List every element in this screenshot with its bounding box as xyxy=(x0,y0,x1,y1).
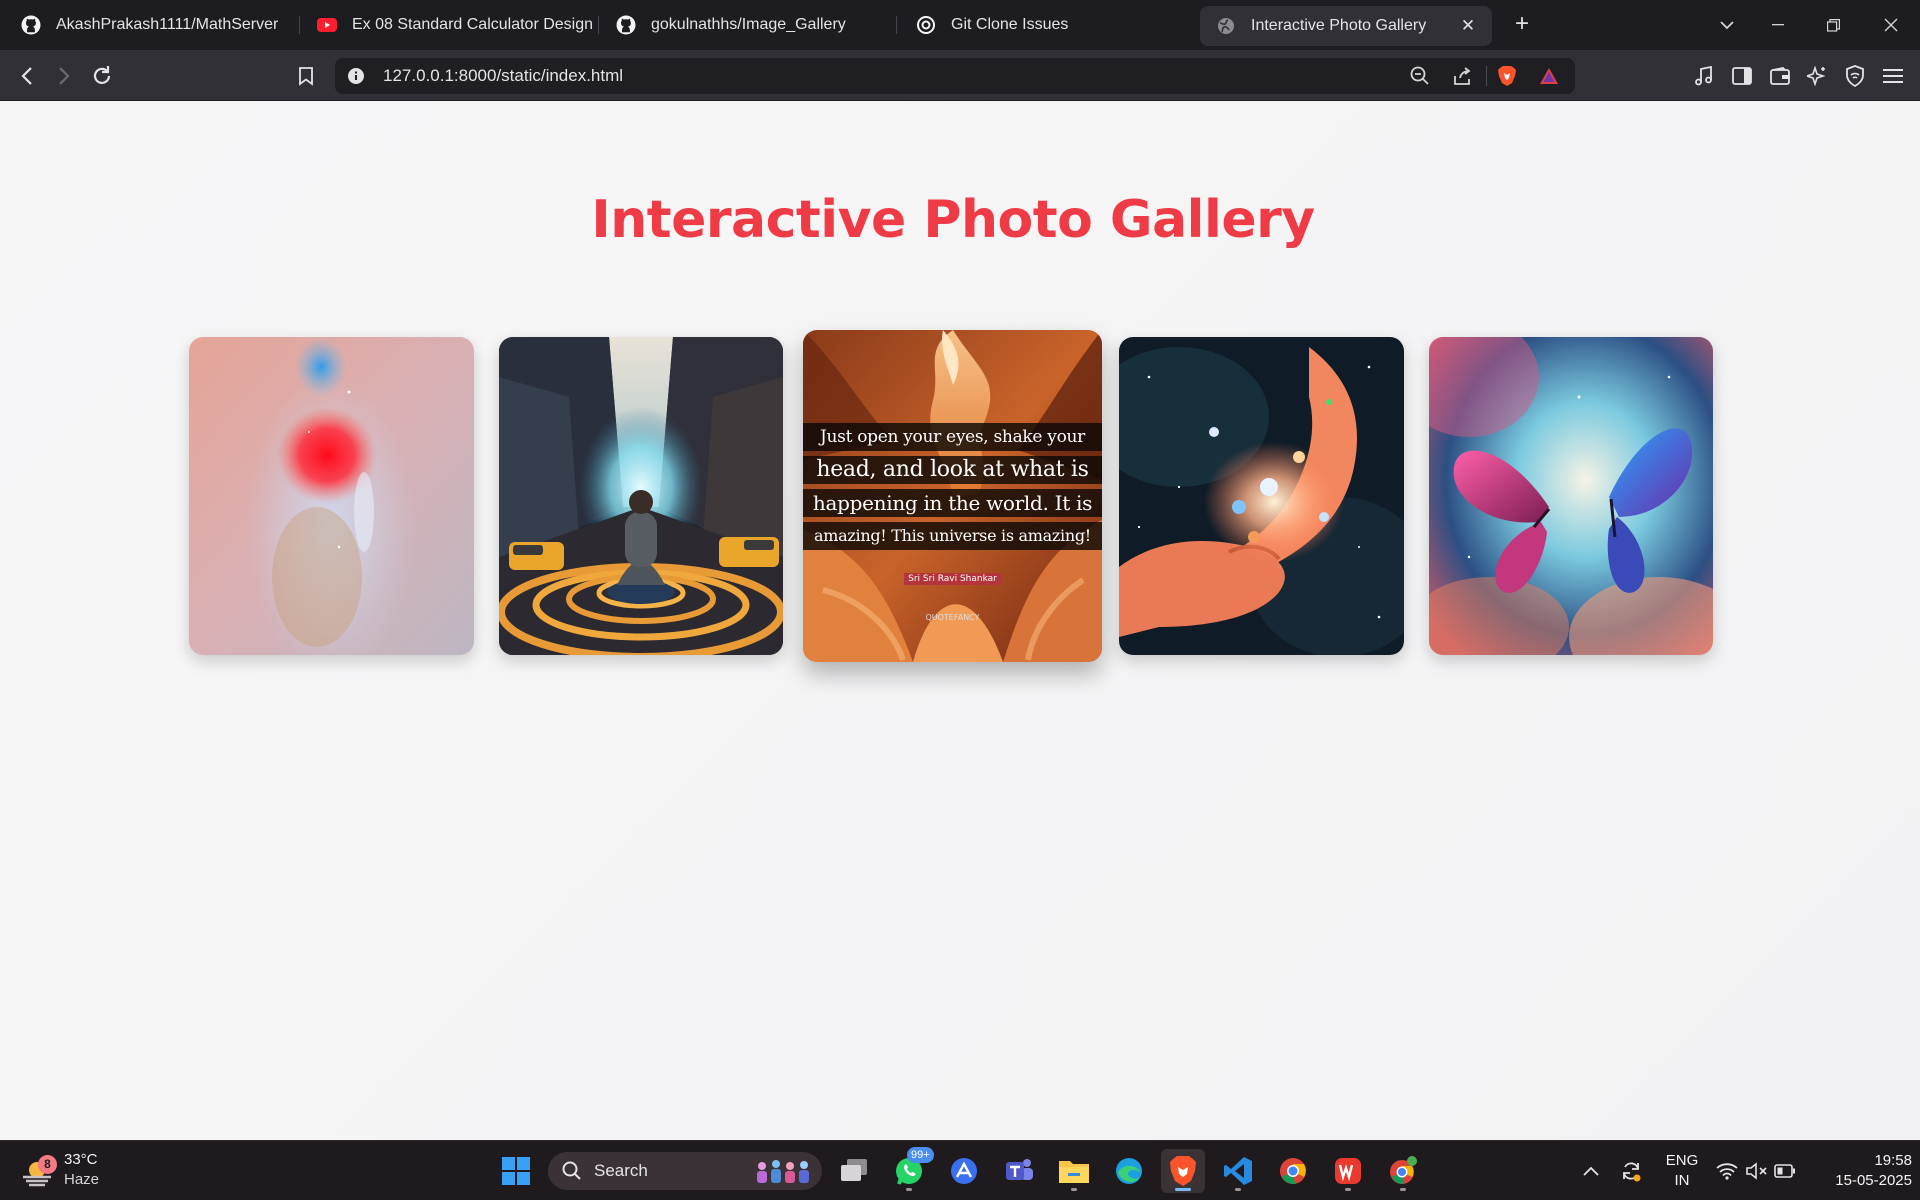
web-page: Interactive Photo Gallery Just open your… xyxy=(0,101,1920,1140)
tab-mathserver[interactable]: AkashPrakash1111/MathServer xyxy=(0,0,300,50)
weather-temperature: 33°C xyxy=(64,1151,98,1168)
share-icon[interactable] xyxy=(1450,64,1474,88)
tab-search-dropdown-icon[interactable] xyxy=(1704,0,1750,50)
running-indicator xyxy=(1345,1188,1351,1191)
close-tab-icon[interactable]: ✕ xyxy=(1458,16,1478,36)
google-chrome-icon[interactable] xyxy=(1271,1149,1315,1193)
microsoft-teams-icon[interactable] xyxy=(997,1149,1041,1193)
microsoft-edge-icon[interactable] xyxy=(1107,1149,1151,1193)
minimize-icon[interactable] xyxy=(1755,0,1801,50)
aura-figure-artwork xyxy=(189,337,474,655)
weather-condition: Haze xyxy=(64,1171,100,1188)
bookmark-icon[interactable] xyxy=(290,60,322,92)
battery-icon[interactable] xyxy=(1774,1141,1796,1200)
running-indicator xyxy=(1071,1188,1077,1191)
sync-status-icon[interactable] xyxy=(1620,1141,1642,1200)
vscode-icon[interactable] xyxy=(1216,1149,1260,1193)
show-hidden-icons-chevron[interactable] xyxy=(1583,1141,1599,1200)
browser-tab-strip: AkashPrakash1111/MathServer Ex 08 Standa… xyxy=(0,0,1920,50)
search-label: Search xyxy=(594,1161,648,1180)
page-title: Interactive Photo Gallery xyxy=(591,190,1315,250)
arc-app-icon[interactable] xyxy=(942,1149,986,1193)
wifi-icon[interactable] xyxy=(1716,1141,1738,1200)
forward-arrow-icon[interactable] xyxy=(48,60,80,92)
weather-widget[interactable]: 8 33°C Haze xyxy=(20,1149,110,1193)
url-text[interactable]: 127.0.0.1:8000/static/index.html xyxy=(383,58,623,94)
tab-title: gokulnathhs/Image_Gallery xyxy=(651,16,846,33)
quote-line: happening in the world. It is xyxy=(803,489,1102,517)
wps-office-icon[interactable] xyxy=(1326,1149,1370,1193)
tab-title: Ex 08 Standard Calculator Design us xyxy=(352,16,592,33)
address-bar[interactable]: 127.0.0.1:8000/static/index.html xyxy=(335,58,1575,94)
gallery-image-aura-figure[interactable] xyxy=(189,337,474,655)
vpn-shield-icon[interactable] xyxy=(1839,60,1871,92)
brave-shields-icon[interactable] xyxy=(1495,64,1519,88)
site-info-icon[interactable] xyxy=(347,67,365,85)
whatsapp-icon[interactable]: 99+ xyxy=(887,1147,934,1193)
active-indicator xyxy=(1175,1188,1191,1191)
gallery-image-meditation-city[interactable] xyxy=(499,337,783,655)
restore-icon[interactable] xyxy=(1810,0,1856,50)
back-arrow-icon[interactable] xyxy=(11,60,43,92)
github-icon xyxy=(615,15,636,36)
running-indicator xyxy=(1400,1188,1406,1191)
notification-badge: 8 xyxy=(38,1155,57,1174)
chrome-profile-icon[interactable] xyxy=(1381,1149,1425,1193)
gallery-image-butterflies[interactable] xyxy=(1429,337,1713,655)
leo-ai-icon[interactable] xyxy=(1801,60,1833,92)
omnibox-separator xyxy=(1486,66,1487,86)
taskbar-search-box[interactable]: Search xyxy=(548,1152,822,1190)
github-icon xyxy=(20,15,41,36)
media-music-icon[interactable] xyxy=(1688,60,1720,92)
file-explorer-icon[interactable] xyxy=(1052,1149,1096,1193)
quote-line: head, and look at what is xyxy=(803,456,1102,484)
quote-brand-watermark: QUOTEFANCY xyxy=(925,613,980,622)
gallery-image-cosmic-hands[interactable] xyxy=(1119,337,1404,655)
tab-title: Interactive Photo Gallery xyxy=(1251,17,1427,34)
globe-icon xyxy=(1215,16,1236,37)
browser-toolbar: 127.0.0.1:8000/static/index.html xyxy=(0,50,1920,101)
new-tab-button[interactable]: + xyxy=(1506,9,1538,41)
search-highlight-people-icon xyxy=(757,1160,809,1183)
tab-interactive-photo-gallery[interactable]: Interactive Photo Gallery ✕ xyxy=(1200,6,1492,46)
system-clock[interactable]: 19:58 15-05-2025 xyxy=(1812,1151,1912,1191)
meditation-city-artwork xyxy=(499,337,783,655)
menu-hamburger-icon[interactable] xyxy=(1877,60,1909,92)
youtube-icon xyxy=(316,15,337,36)
input-language-indicator[interactable]: ENG IN xyxy=(1662,1151,1702,1191)
chatgpt-icon xyxy=(915,15,936,36)
brave-browser-icon[interactable] xyxy=(1161,1149,1205,1193)
quote-author: Sri Sri Ravi Shankar xyxy=(904,573,1001,585)
running-indicator xyxy=(906,1188,912,1191)
search-icon xyxy=(562,1161,581,1180)
windows-taskbar: 8 33°C Haze Search 99+ ENG IN 19:58 15-0… xyxy=(0,1140,1920,1200)
sidebar-toggle-icon[interactable] xyxy=(1726,60,1758,92)
clock-time: 19:58 xyxy=(1874,1152,1912,1169)
close-window-icon[interactable] xyxy=(1868,0,1914,50)
tab-image-gallery-repo[interactable]: gokulnathhs/Image_Gallery xyxy=(598,0,896,50)
quote-line: Just open your eyes, shake your xyxy=(803,423,1102,451)
wallet-icon[interactable] xyxy=(1764,60,1796,92)
gallery-image-canyon-quote[interactable]: Just open your eyes, shake your head, an… xyxy=(803,330,1102,662)
language-code: ENG xyxy=(1665,1152,1699,1169)
butterflies-artwork xyxy=(1429,337,1713,655)
volume-muted-icon[interactable] xyxy=(1746,1141,1768,1200)
cosmic-hands-artwork xyxy=(1119,337,1404,655)
tab-youtube-calculator[interactable]: Ex 08 Standard Calculator Design us xyxy=(300,0,598,50)
reload-icon[interactable] xyxy=(86,60,118,92)
clock-date: 15-05-2025 xyxy=(1835,1172,1912,1189)
quote-line: amazing! This universe is amazing! xyxy=(803,522,1102,550)
tab-git-clone-issues[interactable]: Git Clone Issues xyxy=(896,0,1194,50)
quote-overlay: Just open your eyes, shake your head, an… xyxy=(803,423,1102,622)
task-view-icon[interactable] xyxy=(832,1149,876,1193)
tab-title: Git Clone Issues xyxy=(951,16,1069,33)
running-indicator xyxy=(1235,1188,1241,1191)
tab-title: AkashPrakash1111/MathServer xyxy=(56,16,279,33)
whatsapp-unread-badge: 99+ xyxy=(907,1147,934,1163)
region-code: IN xyxy=(1674,1172,1690,1189)
zoom-out-icon[interactable] xyxy=(1408,64,1432,88)
brave-rewards-icon[interactable] xyxy=(1537,64,1561,88)
start-windows-icon[interactable] xyxy=(494,1149,538,1193)
